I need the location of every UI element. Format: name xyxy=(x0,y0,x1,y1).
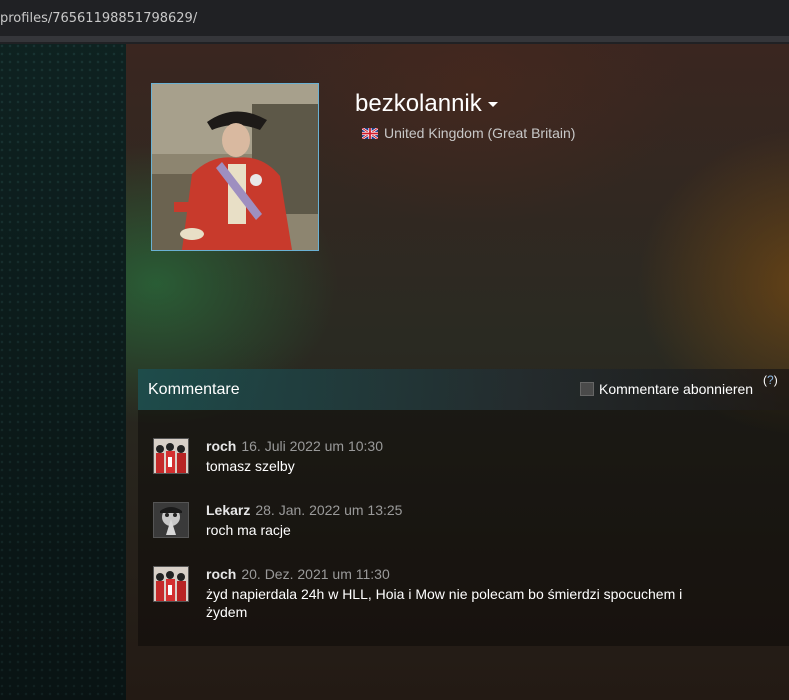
subscribe-comments-toggle[interactable]: Kommentare abonnieren xyxy=(580,381,753,397)
soldiers-avatar-icon xyxy=(154,439,188,473)
subscribe-label: Kommentare abonnieren xyxy=(599,381,754,397)
commenter-avatar[interactable] xyxy=(153,502,189,538)
chevron-down-icon[interactable] xyxy=(487,102,498,108)
comment-author[interactable]: Lekarz 28. Jan. 2022 um 13:25 xyxy=(206,502,402,518)
comments-title: Kommentare xyxy=(148,381,240,398)
profile-location: United Kingdom (Great Britain) xyxy=(362,125,575,141)
page-background-pattern xyxy=(0,44,126,700)
persona-name-text: bezkolannik xyxy=(355,90,482,117)
comment-timestamp: 16. Juli 2022 um 10:30 xyxy=(241,438,383,454)
avatar-portrait-icon xyxy=(152,84,318,250)
subscribe-checkbox[interactable] xyxy=(580,382,594,396)
profile-avatar[interactable] xyxy=(151,83,319,251)
comment-author[interactable]: roch 20. Dez. 2021 um 11:30 xyxy=(206,566,390,582)
browser-toolbar: profiles/76561198851798629/ xyxy=(0,0,789,45)
help-link[interactable]: (?) xyxy=(763,373,778,387)
comment-author-name: roch xyxy=(206,566,237,582)
toolbar-divider xyxy=(0,36,789,42)
commenter-avatar[interactable] xyxy=(153,438,189,474)
commenter-avatar[interactable] xyxy=(153,566,189,602)
comment-timestamp: 20. Dez. 2021 um 11:30 xyxy=(241,566,390,582)
comment-author-name: Lekarz xyxy=(206,502,251,518)
plague-doctor-avatar-icon xyxy=(154,503,188,537)
comment-author-name: roch xyxy=(206,438,237,454)
comment-timestamp: 28. Jan. 2022 um 13:25 xyxy=(255,502,403,518)
soldiers-avatar-icon xyxy=(154,567,188,601)
comment-author[interactable]: roch 16. Juli 2022 um 10:30 xyxy=(206,438,383,454)
comment-text: roch ma racje xyxy=(206,522,291,538)
comment-text: tomasz szelby xyxy=(206,458,295,474)
uk-flag-icon xyxy=(362,127,378,139)
help-icon: ? xyxy=(767,373,774,387)
address-bar-url[interactable]: profiles/76561198851798629/ xyxy=(0,11,197,26)
location-text: United Kingdom (Great Britain) xyxy=(384,125,576,141)
comment-text: żyd napierdala 24h w HLL, Hoia i Mow nie… xyxy=(206,586,683,620)
persona-name[interactable]: bezkolannik xyxy=(355,90,498,118)
